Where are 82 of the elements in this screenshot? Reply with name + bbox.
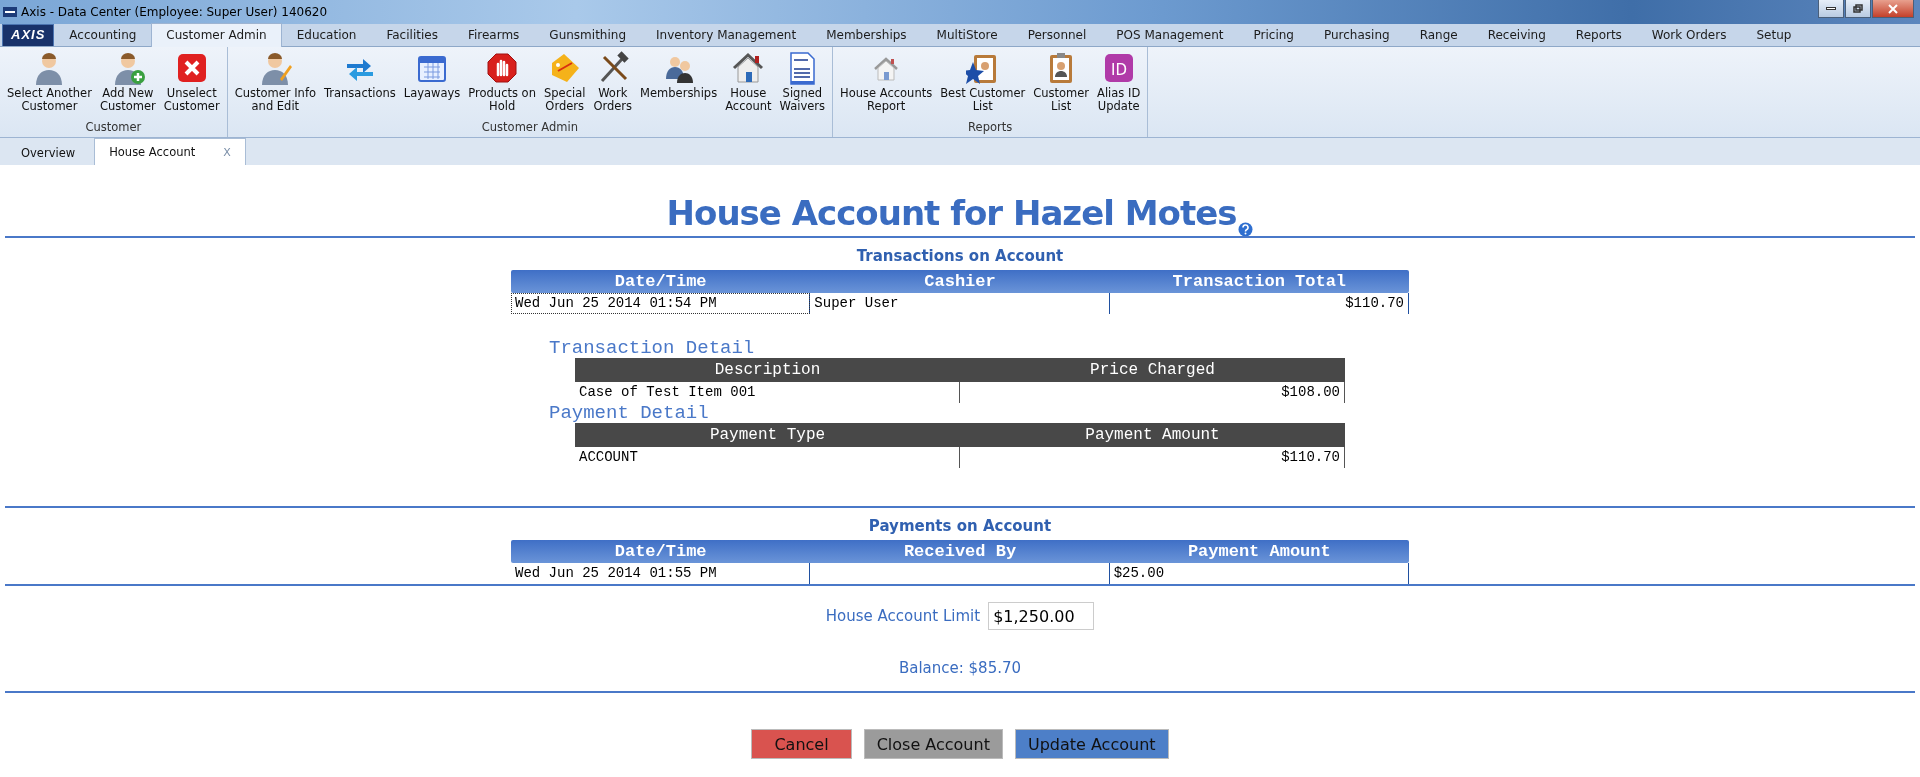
ribbon-button[interactable]: Select Another Customer	[3, 51, 96, 113]
menu-tab[interactable]: Purchasing	[1308, 23, 1405, 46]
ribbon-button[interactable]: Memberships	[636, 51, 722, 100]
menu-tab[interactable]: Gunsmithing	[534, 23, 641, 46]
minimize-button[interactable]	[1818, 0, 1844, 18]
table-cell: Case of Test Item 001	[575, 382, 960, 403]
menu-tab[interactable]: Pricing	[1238, 23, 1309, 46]
menu-tab[interactable]: Facilities	[371, 23, 453, 46]
close-button[interactable]	[1872, 0, 1914, 18]
column-header: Description	[713, 361, 822, 379]
house-icon	[731, 51, 766, 85]
group-label: Customer Admin	[480, 120, 579, 136]
document-tab[interactable]: House Account X	[94, 138, 246, 165]
table-cell: $110.70	[960, 447, 1345, 468]
column-header: Payment Type	[708, 426, 827, 444]
column-header: Payment Amount	[1084, 426, 1221, 444]
table-cell: Super User	[810, 293, 1110, 314]
menu-tab[interactable]: Reports	[1560, 23, 1637, 46]
menu-tab[interactable]: Education	[281, 23, 372, 46]
menu-tab[interactable]: Personnel	[1012, 23, 1102, 46]
ribbon-button[interactable]: House Account	[721, 51, 776, 113]
detail-heading: Payment Detail	[549, 403, 710, 423]
detail-heading: Transaction Detail	[549, 338, 756, 358]
ribbon-button[interactable]: Best Customer List	[936, 51, 1030, 113]
menu-tab[interactable]: Setup	[1741, 23, 1807, 46]
section-heading: Transactions on Account	[856, 247, 1064, 265]
column-header: Cashier	[923, 272, 997, 291]
table-cell: ACCOUNT	[575, 447, 960, 468]
ribbon-button[interactable]: Transactions	[319, 51, 400, 100]
column-header: Payment Amount	[1186, 542, 1332, 561]
column-header: Date/Time	[613, 542, 708, 561]
field-label: House Account Limit	[825, 607, 981, 625]
limit-field[interactable]: $1,250.00	[988, 602, 1095, 630]
menu-tab[interactable]: Inventory Management	[641, 23, 812, 46]
minimize-icon	[1826, 7, 1836, 10]
ribbon-button[interactable]: Signed Waivers	[775, 51, 830, 113]
ribbon-button[interactable]: ID Alias ID Update	[1093, 51, 1145, 113]
help-icon	[1238, 222, 1254, 237]
table-cell: $108.00	[960, 382, 1345, 403]
document-tab[interactable]: Overview	[2, 140, 95, 165]
section-heading: Payments on Account	[868, 517, 1052, 535]
ribbon-button[interactable]: House Accounts Report	[836, 51, 937, 113]
page-title: House Account for Hazel Motes	[666, 193, 1237, 233]
column-header: Received By	[902, 542, 1018, 561]
close-icon	[1887, 2, 1899, 15]
table-cell: $25.00	[1109, 563, 1409, 584]
menu-tab[interactable]: Work Orders	[1636, 23, 1742, 46]
table-cell: Wed Jun 25 2014 01:55 PM	[511, 563, 811, 584]
menu-tab[interactable]: Accounting	[54, 23, 152, 46]
balance-text: Balance: $85.70	[898, 659, 1022, 677]
menu-tab[interactable]: Customer Admin	[151, 23, 282, 47]
table-cell: Wed Jun 25 2014 01:54 PM	[511, 293, 811, 314]
stop-hand-icon	[485, 51, 520, 85]
group-label: Customer	[84, 120, 143, 136]
close-tab-button[interactable]: X	[223, 145, 231, 159]
ribbon-button[interactable]: Customer List	[1029, 51, 1094, 113]
menu-tab[interactable]: Memberships	[811, 23, 922, 46]
ribbon-button[interactable]: Add New Customer	[95, 51, 160, 113]
ribbon-button[interactable]: Work Orders	[589, 51, 637, 113]
menu-tab[interactable]: Range	[1404, 23, 1473, 46]
menu-tab[interactable]: Firearms	[452, 23, 535, 46]
column-header: Price Charged	[1089, 361, 1216, 379]
group-label: Reports	[967, 120, 1014, 136]
ribbon-button[interactable]: Special Orders	[539, 51, 590, 113]
column-header: Transaction Total	[1171, 272, 1348, 291]
app-logo: AXIS	[2, 24, 55, 46]
ribbon-button[interactable]: Customer Info and Edit	[230, 51, 320, 113]
update-account-button[interactable]: Update Account	[1014, 729, 1169, 759]
restore-button[interactable]	[1845, 0, 1871, 18]
app-icon	[3, 7, 17, 17]
ribbon-button[interactable]: Layaways	[399, 51, 465, 100]
menu-tab[interactable]: Receiving	[1472, 23, 1561, 46]
cancel-button[interactable]: Cancel	[751, 729, 852, 759]
ribbon-button[interactable]: Products on Hold	[464, 51, 540, 113]
menu-tab[interactable]: POS Management	[1101, 23, 1239, 46]
restore-icon	[1852, 2, 1864, 15]
window-title: Axis - Data Center (Employee: Super User) 140620	[21, 5, 329, 19]
close-account-button[interactable]: Close Account	[863, 729, 1003, 759]
table-cell: $110.70	[1109, 293, 1409, 314]
column-header: Date/Time	[613, 272, 708, 291]
menu-tab[interactable]: MultiStore	[921, 23, 1013, 46]
ribbon-button[interactable]: Unselect Customer	[159, 51, 224, 113]
